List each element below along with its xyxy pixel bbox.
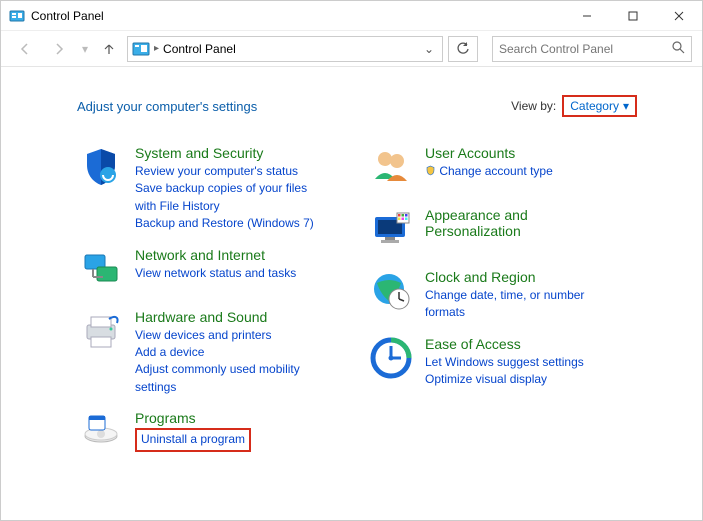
category-title[interactable]: Ease of Access [425, 336, 584, 352]
address-bar[interactable]: ▸ Control Panel ⌄ [127, 36, 443, 62]
category-user-accounts: User Accounts Change account type [367, 145, 617, 193]
category-title[interactable]: Clock and Region [425, 269, 617, 285]
category-link[interactable]: Add a device [135, 344, 327, 361]
category-link[interactable]: Review your computer's status [135, 163, 327, 180]
control-panel-icon [9, 8, 25, 24]
uac-shield-icon [425, 165, 436, 176]
category-title[interactable]: Hardware and Sound [135, 309, 327, 325]
right-column: User Accounts Change account type Appear… [367, 145, 617, 472]
ease-of-access-icon[interactable] [367, 336, 415, 384]
category-network: Network and Internet View network status… [77, 247, 327, 295]
category-title[interactable]: Programs [135, 410, 251, 426]
category-title[interactable]: Appearance and Personalization [425, 207, 617, 239]
view-by-value: Category [570, 99, 619, 113]
close-button[interactable] [656, 1, 702, 31]
maximize-button[interactable] [610, 1, 656, 31]
category-appearance: Appearance and Personalization [367, 207, 617, 255]
category-link[interactable]: View network status and tasks [135, 265, 296, 282]
page-heading: Adjust your computer's settings [77, 99, 257, 114]
category-link[interactable]: Change account type [425, 163, 553, 180]
shield-icon[interactable] [77, 145, 125, 193]
content-area: Adjust your computer's settings View by:… [1, 67, 702, 472]
category-title[interactable]: Network and Internet [135, 247, 296, 263]
minimize-button[interactable] [564, 1, 610, 31]
content-header: Adjust your computer's settings View by:… [77, 95, 637, 117]
window-controls [564, 1, 702, 31]
category-link[interactable]: Change date, time, or number formats [425, 287, 617, 322]
category-link-uninstall[interactable]: Uninstall a program [141, 432, 245, 446]
search-input[interactable] [499, 42, 672, 56]
search-box[interactable] [492, 36, 692, 62]
category-programs: Programs Uninstall a program [77, 410, 327, 458]
appearance-icon[interactable] [367, 207, 415, 255]
address-dropdown-icon[interactable]: ⌄ [420, 42, 438, 56]
category-columns: System and Security Review your computer… [77, 145, 702, 472]
recent-dropdown-icon[interactable]: ▾ [79, 35, 91, 63]
search-icon[interactable] [672, 41, 685, 57]
category-link[interactable]: Backup and Restore (Windows 7) [135, 215, 327, 232]
chevron-down-icon: ▾ [623, 99, 629, 113]
printer-icon[interactable] [77, 309, 125, 357]
forward-button[interactable] [45, 35, 73, 63]
navbar: ▾ ▸ Control Panel ⌄ [1, 31, 702, 67]
network-icon[interactable] [77, 247, 125, 295]
category-link[interactable]: Adjust commonly used mobility settings [135, 361, 327, 396]
category-link[interactable]: View devices and printers [135, 327, 327, 344]
user-accounts-icon[interactable] [367, 145, 415, 193]
category-link[interactable]: Save backup copies of your files with Fi… [135, 180, 327, 215]
view-by-label: View by: [511, 99, 556, 113]
refresh-button[interactable] [448, 36, 478, 62]
titlebar: Control Panel [1, 1, 702, 31]
category-title[interactable]: User Accounts [425, 145, 553, 161]
left-column: System and Security Review your computer… [77, 145, 327, 472]
programs-icon[interactable] [77, 410, 125, 458]
chevron-right-icon[interactable]: ▸ [154, 43, 159, 54]
highlighted-link: Uninstall a program [135, 428, 251, 451]
category-title[interactable]: System and Security [135, 145, 327, 161]
window-title: Control Panel [31, 9, 564, 23]
view-by-control: View by: Category ▾ [511, 95, 637, 117]
category-link[interactable]: Optimize visual display [425, 371, 584, 388]
category-hardware: Hardware and Sound View devices and prin… [77, 309, 327, 397]
category-ease-of-access: Ease of Access Let Windows suggest setti… [367, 336, 617, 389]
up-button[interactable] [97, 37, 121, 61]
control-panel-icon [132, 42, 150, 56]
view-by-dropdown[interactable]: Category ▾ [562, 95, 637, 117]
category-link[interactable]: Let Windows suggest settings [425, 354, 584, 371]
back-button[interactable] [11, 35, 39, 63]
category-system-security: System and Security Review your computer… [77, 145, 327, 233]
category-clock-region: Clock and Region Change date, time, or n… [367, 269, 617, 322]
address-location[interactable]: Control Panel [163, 42, 236, 56]
clock-icon[interactable] [367, 269, 415, 317]
